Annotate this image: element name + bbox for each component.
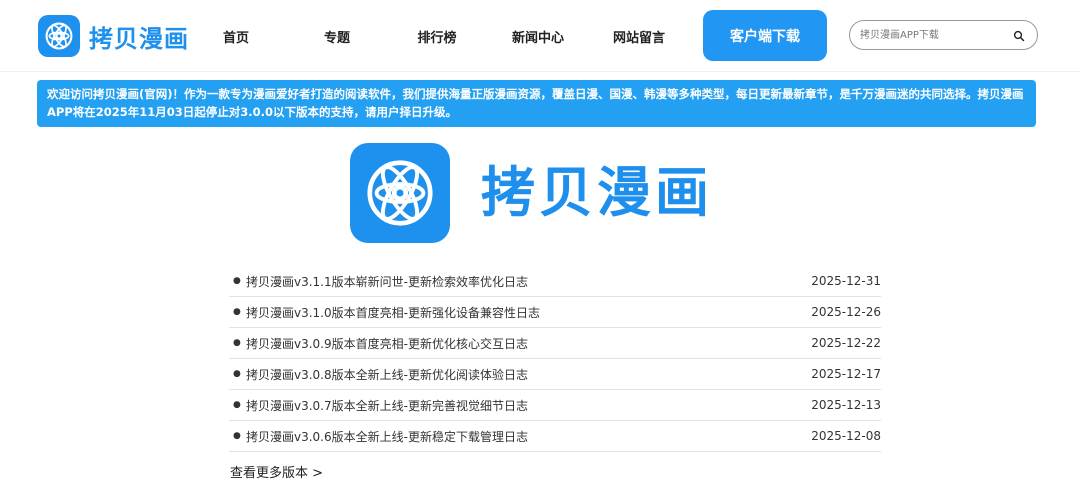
client-download-button[interactable]: 客户端下载 <box>703 10 827 61</box>
version-date: 2025-12-22 <box>811 336 881 350</box>
search-input[interactable] <box>860 26 1010 45</box>
hero-brand: 拷贝漫画 <box>350 143 730 245</box>
version-row[interactable]: ● 拷贝漫画v3.0.7版本全新上线-更新完善视觉细节日志 2025-12-13 <box>229 390 881 421</box>
version-row[interactable]: ● 拷贝漫画v3.0.6版本全新上线-更新稳定下载管理日志 2025-12-08 <box>229 421 881 452</box>
nav-item-news[interactable]: 新闻中心 <box>506 0 570 72</box>
version-title: 拷贝漫画v3.1.0版本首度亮相-更新强化设备兼容性日志 <box>246 305 540 320</box>
atom-logo-icon <box>350 143 450 243</box>
nav-item-guestbook[interactable]: 网站留言 <box>606 0 672 72</box>
nav-item-topics[interactable]: 专题 <box>307 0 367 72</box>
brand-logo-icon <box>38 15 80 57</box>
search-box <box>849 20 1038 50</box>
version-row[interactable]: ● 拷贝漫画v3.0.9版本首度亮相-更新优化核心交互日志 2025-12-22 <box>229 328 881 359</box>
search-icon[interactable] <box>1013 30 1025 42</box>
version-date: 2025-12-26 <box>811 305 881 319</box>
more-versions-link[interactable]: 查看更多版本 > <box>230 462 323 481</box>
version-title: 拷贝漫画v3.1.1版本崭新问世-更新检索效率优化日志 <box>246 274 528 289</box>
version-title: 拷贝漫画v3.0.7版本全新上线-更新完善视觉细节日志 <box>246 398 528 413</box>
nav-item-home[interactable]: 首页 <box>206 0 266 72</box>
bullet-icon: ● <box>233 338 241 348</box>
hero-title: 拷贝漫画 <box>481 161 713 224</box>
header: 拷贝漫画 首页 专题 排行榜 新闻中心 网站留言 客户端下载 <box>0 0 1080 72</box>
version-date: 2025-12-17 <box>811 367 881 381</box>
bullet-icon: ● <box>233 307 241 317</box>
version-list: ● 拷贝漫画v3.1.1版本崭新问世-更新检索效率优化日志 2025-12-31… <box>229 266 881 452</box>
nav-item-rankings[interactable]: 排行榜 <box>406 0 468 72</box>
brand-name: 拷贝漫画 <box>89 24 189 53</box>
version-date: 2025-12-08 <box>811 429 881 443</box>
brand[interactable]: 拷贝漫画 <box>38 14 189 58</box>
version-date: 2025-12-13 <box>811 398 881 412</box>
version-row[interactable]: ● 拷贝漫画v3.1.1版本崭新问世-更新检索效率优化日志 2025-12-31 <box>229 266 881 297</box>
notice-banner: 欢迎访问拷贝漫画(官网)！作为一款专为漫画爱好者打造的阅读软件，我们提供海量正版… <box>37 80 1036 127</box>
bullet-icon: ● <box>233 431 241 441</box>
version-row[interactable]: ● 拷贝漫画v3.1.0版本首度亮相-更新强化设备兼容性日志 2025-12-2… <box>229 297 881 328</box>
version-title: 拷贝漫画v3.0.9版本首度亮相-更新优化核心交互日志 <box>246 336 528 351</box>
version-title: 拷贝漫画v3.0.8版本全新上线-更新优化阅读体验日志 <box>246 367 528 382</box>
version-row[interactable]: ● 拷贝漫画v3.0.8版本全新上线-更新优化阅读体验日志 2025-12-17 <box>229 359 881 390</box>
bullet-icon: ● <box>233 369 241 379</box>
version-date: 2025-12-31 <box>811 274 881 288</box>
bullet-icon: ● <box>233 276 241 286</box>
version-title: 拷贝漫画v3.0.6版本全新上线-更新稳定下载管理日志 <box>246 429 528 444</box>
bullet-icon: ● <box>233 400 241 410</box>
